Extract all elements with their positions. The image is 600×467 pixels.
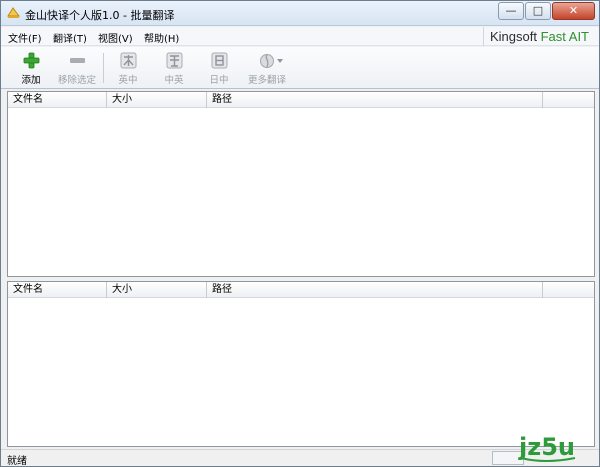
title-bar[interactable]: 金山快译个人版1.0 - 批量翻译 — □ ✕ bbox=[1, 1, 599, 26]
maximize-icon: □ bbox=[532, 4, 544, 17]
minimize-icon: — bbox=[505, 4, 517, 17]
translate-zh-en-button[interactable]: 中英 bbox=[154, 49, 194, 87]
add-button[interactable]: 添加 bbox=[11, 49, 51, 87]
column-header-filename[interactable]: 文件名 bbox=[8, 92, 107, 108]
remove-selected-label: 移除选定 bbox=[57, 75, 96, 86]
minimize-button[interactable]: — bbox=[498, 2, 524, 20]
list-header: 文件名 大小 路径 bbox=[8, 92, 594, 108]
translate-ja-zh-label: 日中 bbox=[209, 75, 229, 86]
maximize-button[interactable]: □ bbox=[525, 2, 551, 20]
close-icon: ✕ bbox=[568, 4, 579, 17]
dropdown-arrow-icon[interactable] bbox=[277, 59, 283, 63]
toolbar: 添加 移除选定 英中 中英 日中 更多翻译 bbox=[1, 47, 599, 89]
column-header-size[interactable]: 大小 bbox=[107, 92, 207, 108]
list-header: 文件名 大小 路径 bbox=[8, 282, 594, 298]
watermark-text: jz5u bbox=[518, 433, 575, 461]
menu-translate[interactable]: 翻译(T) bbox=[53, 30, 87, 45]
remove-selected-button[interactable]: 移除选定 bbox=[57, 49, 97, 87]
menu-help[interactable]: 帮助(H) bbox=[144, 30, 179, 45]
result-file-list[interactable]: 文件名 大小 路径 bbox=[7, 281, 595, 447]
status-bar: 就绪 bbox=[1, 449, 599, 467]
translate-ja-zh-button[interactable]: 日中 bbox=[199, 49, 239, 87]
add-label: 添加 bbox=[21, 75, 41, 86]
plus-icon bbox=[23, 52, 40, 69]
source-file-list[interactable]: 文件名 大小 路径 bbox=[7, 91, 595, 277]
translate-en-zh-button[interactable]: 英中 bbox=[108, 49, 148, 87]
status-text: 就绪 bbox=[7, 456, 27, 467]
caption-buttons: — □ ✕ bbox=[497, 2, 595, 20]
minus-icon bbox=[70, 58, 85, 63]
window-title: 金山快译个人版1.0 - 批量翻译 bbox=[25, 9, 175, 22]
brand-name-part2: Fast AIT bbox=[540, 29, 589, 44]
translate-en-zh-icon bbox=[120, 52, 137, 69]
column-header-size[interactable]: 大小 bbox=[107, 282, 207, 298]
more-translate-button[interactable]: 更多翻译 bbox=[247, 49, 287, 87]
brand-name-part1: Kingsoft bbox=[490, 29, 541, 44]
watermark-logo: jz5u bbox=[518, 433, 576, 462]
column-header-filename[interactable]: 文件名 bbox=[8, 282, 107, 298]
translate-ja-zh-icon bbox=[211, 52, 228, 69]
column-header-path[interactable]: 路径 bbox=[207, 92, 543, 108]
more-translate-icon bbox=[260, 54, 274, 68]
app-logo-icon bbox=[7, 7, 20, 18]
more-translate-label: 更多翻译 bbox=[247, 75, 286, 86]
menu-file[interactable]: 文件(F) bbox=[8, 30, 42, 45]
brand-logo: Kingsoft Fast AIT bbox=[483, 27, 589, 46]
column-header-path[interactable]: 路径 bbox=[207, 282, 543, 298]
translate-zh-en-icon bbox=[166, 52, 183, 69]
translate-en-zh-label: 英中 bbox=[118, 75, 138, 86]
menu-view[interactable]: 视图(V) bbox=[98, 30, 133, 45]
close-button[interactable]: ✕ bbox=[552, 2, 595, 20]
app-window: 金山快译个人版1.0 - 批量翻译 — □ ✕ 文件(F) 翻译(T) 视图(V… bbox=[0, 0, 600, 467]
